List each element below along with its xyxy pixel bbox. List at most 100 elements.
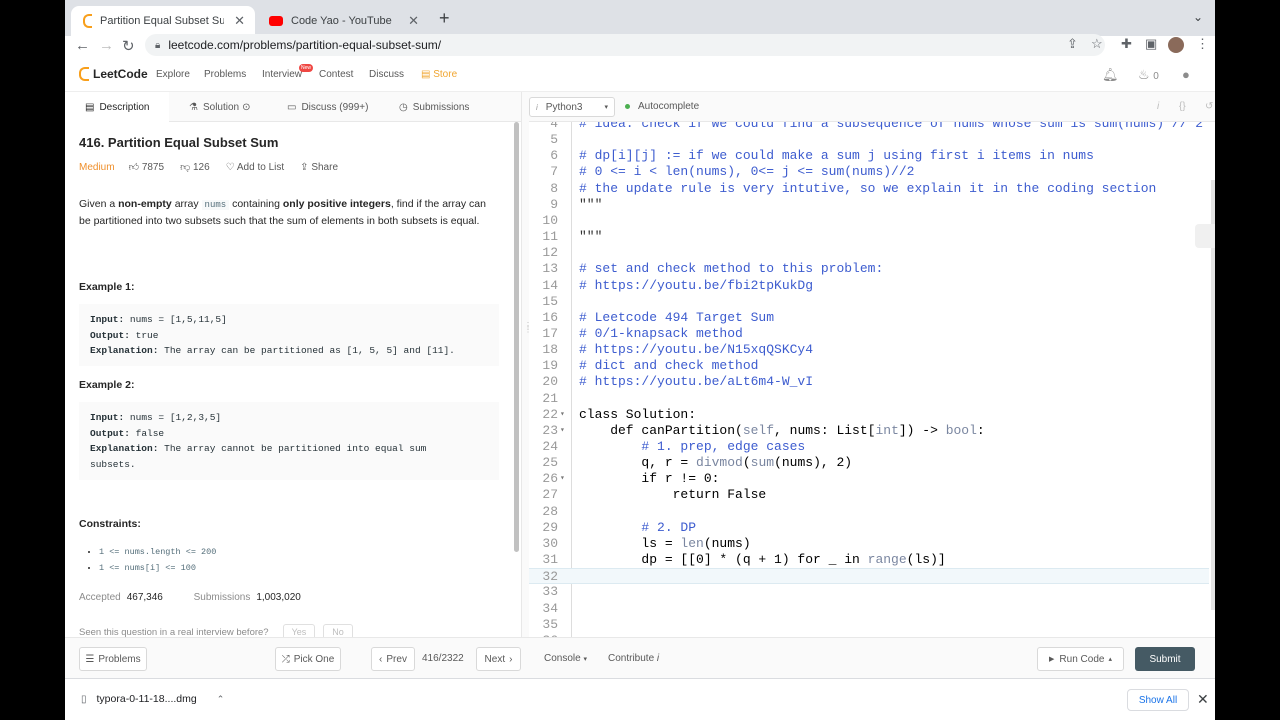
autocomplete-toggle[interactable]: Autocomplete (625, 101, 699, 112)
contribute-link[interactable]: Contribute i (608, 653, 659, 664)
nav-explore[interactable]: Explore (156, 69, 190, 80)
description-scrollbar[interactable] (514, 122, 519, 552)
close-icon[interactable]: ✕ (1197, 691, 1209, 708)
code-text: # dict and check method (579, 358, 759, 374)
code-line[interactable]: 18 # https://youtu.be/N15xqQSKCy4 (529, 342, 1209, 358)
code-line[interactable]: 27 return False (529, 487, 1209, 503)
code-line[interactable]: 32 (529, 568, 1209, 585)
show-all-button[interactable]: Show All (1127, 689, 1189, 711)
run-code-button[interactable]: ▶ Run Code ▴ (1037, 647, 1124, 671)
user-avatar-icon[interactable]: ● (1182, 67, 1190, 82)
add-to-list-button[interactable]: ♡ Add to List (226, 162, 284, 173)
extensions-puzzle-icon[interactable]: ✚ (1121, 36, 1132, 52)
chevron-up-icon[interactable]: ⌃ (217, 694, 225, 705)
reset-icon[interactable]: ↺ (1205, 101, 1213, 112)
tab-description[interactable]: ▤ Description (65, 92, 169, 122)
constraints-list: 1 <= nums.length <= 200 1 <= nums[i] <= … (99, 544, 216, 576)
nav-store[interactable]: ▤ Store (421, 69, 457, 80)
close-tab-icon[interactable]: ✕ (408, 13, 419, 29)
like-button[interactable]: 👍︎ 7875 (129, 161, 164, 173)
tab-discuss[interactable]: ▭ Discuss (999+) (287, 92, 368, 122)
code-line[interactable]: 11 """ (529, 229, 1209, 245)
browser-menu-icon[interactable]: ⋮ (1196, 36, 1209, 52)
pick-one-button[interactable]: ⤮ Pick One (275, 647, 341, 671)
line-number: 11 (542, 229, 558, 245)
side-panel-icon[interactable]: ▣ (1145, 36, 1157, 52)
yes-button[interactable]: Yes (282, 624, 316, 637)
fold-arrow-icon[interactable]: ▾ (560, 423, 565, 439)
no-button[interactable]: No (323, 624, 353, 637)
code-line[interactable]: 9 """ (529, 197, 1209, 213)
code-line[interactable]: 31 dp = [[0] * (q + 1) for _ in range(ls… (529, 552, 1209, 568)
nav-interview[interactable]: Interview (262, 69, 302, 80)
browser-tab-youtube[interactable]: Code Yao - YouTube ✕ (257, 6, 429, 36)
side-pill-tab[interactable] (1195, 224, 1215, 248)
share-button[interactable]: ⇪ Share (300, 162, 338, 173)
code-line[interactable]: 17 # 0/1-knapsack method (529, 326, 1209, 342)
code-line[interactable]: 20 # https://youtu.be/aLt6m4-W_vI (529, 374, 1209, 390)
tab-solution[interactable]: ⚗ Solution ⊙ (189, 92, 251, 122)
console-toggle[interactable]: Console ▾ (544, 653, 587, 664)
leetcode-logo[interactable]: LeetCode (79, 67, 148, 81)
problems-button[interactable]: ☰ Problems (79, 647, 147, 671)
code-line[interactable]: 28 (529, 504, 1209, 520)
reload-icon[interactable]: ↻ (122, 37, 135, 55)
code-line[interactable]: 30 ls = len(nums) (529, 536, 1209, 552)
nav-contest[interactable]: Contest (319, 69, 353, 80)
forward-arrow-icon[interactable]: → (99, 37, 114, 54)
code-line[interactable]: 25 q, r = divmod(sum(nums), 2) (529, 455, 1209, 471)
chevron-down-icon: ▾ (604, 104, 608, 111)
braces-icon[interactable]: {} (1179, 101, 1186, 112)
code-line[interactable]: 8 # the update rule is very intutive, so … (529, 181, 1209, 197)
code-line[interactable]: 35 (529, 617, 1209, 633)
language-select[interactable]: i Python3 ▾ (529, 97, 615, 117)
problem-title: 416. Partition Equal Subset Sum (79, 135, 279, 150)
info-icon[interactable]: i (1157, 101, 1159, 112)
next-button[interactable]: Next › (476, 647, 521, 671)
code-line[interactable]: 16 # Leetcode 494 Target Sum (529, 310, 1209, 326)
address-bar[interactable]: 🔒︎ leetcode.com/problems/partition-equal… (145, 34, 1105, 56)
tab-submissions[interactable]: ◷ Submissions (399, 92, 469, 122)
bookmark-star-icon[interactable]: ☆ (1091, 36, 1103, 52)
share-page-icon[interactable]: ⇪ (1067, 36, 1078, 52)
code-line[interactable]: 6 # dp[i][j] := if we could make a sum j … (529, 148, 1209, 164)
profile-avatar[interactable] (1168, 37, 1184, 53)
browser-tab-leetcode[interactable]: Partition Equal Subset Sum - L ✕ (71, 6, 255, 36)
code-line[interactable]: 13 # set and check method to this problem… (529, 261, 1209, 277)
dislike-button[interactable]: 👎︎ 126 (180, 161, 210, 173)
code-line[interactable]: 34 (529, 601, 1209, 617)
code-line[interactable]: 7 # 0 <= i < len(nums), 0<= j <= sum(nums… (529, 164, 1209, 180)
code-editor[interactable]: 4 # idea: check if we could find a subseq… (529, 122, 1215, 637)
panel-splitter[interactable]: ⋮ ⋮ (521, 92, 532, 637)
back-arrow-icon[interactable]: ← (75, 37, 90, 54)
chevron-left-icon: ‹ (379, 653, 383, 665)
code-line[interactable]: 15 (529, 294, 1209, 310)
streak-flame[interactable]: ♨ 0 (1138, 67, 1159, 83)
code-line[interactable]: 21 (529, 391, 1209, 407)
submit-button[interactable]: Submit (1135, 647, 1195, 671)
code-line[interactable]: 22 ▾ class Solution: (529, 407, 1209, 423)
code-line[interactable]: 4 # idea: check if we could find a subseq… (529, 122, 1209, 132)
code-line[interactable]: 29 # 2. DP (529, 520, 1209, 536)
prev-button[interactable]: ‹ Prev (371, 647, 415, 671)
line-number: 31 (542, 552, 558, 568)
nav-discuss[interactable]: Discuss (369, 69, 404, 80)
fold-arrow-icon[interactable]: ▾ (560, 471, 565, 487)
nav-problems[interactable]: Problems (204, 69, 246, 80)
download-item[interactable]: ▯ typora-0-11-18....dmg ⌃ (81, 693, 224, 705)
code-line[interactable]: 10 (529, 213, 1209, 229)
bell-icon[interactable]: 🔔︎ (1102, 67, 1119, 83)
code-line[interactable]: 23 ▾ def canPartition(self, nums: List[in… (529, 423, 1209, 439)
code-line[interactable]: 33 (529, 584, 1209, 600)
problem-stats: Accepted 467,346 Submissions 1,003,020 (79, 592, 301, 603)
code-line[interactable]: 19 # dict and check method (529, 358, 1209, 374)
tab-search-chevron-icon[interactable]: ⌄ (1193, 10, 1203, 24)
code-line[interactable]: 26 ▾ if r != 0: (529, 471, 1209, 487)
close-tab-icon[interactable]: ✕ (234, 13, 245, 29)
new-tab-button[interactable]: + (439, 8, 450, 29)
code-line[interactable]: 5 (529, 132, 1209, 148)
fold-arrow-icon[interactable]: ▾ (560, 407, 565, 423)
code-line[interactable]: 14 # https://youtu.be/fbi2tpKukDg (529, 278, 1209, 294)
code-line[interactable]: 12 (529, 245, 1209, 261)
code-line[interactable]: 24 # 1. prep, edge cases (529, 439, 1209, 455)
